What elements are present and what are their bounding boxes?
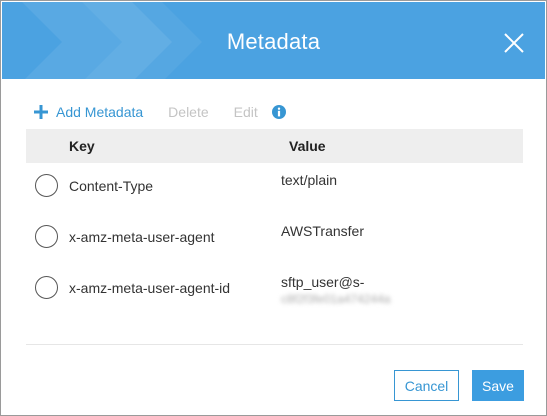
cancel-button[interactable]: Cancel	[394, 370, 459, 401]
footer-divider	[26, 344, 523, 345]
save-button[interactable]: Save	[472, 370, 524, 401]
column-header-value: Value	[289, 138, 326, 154]
close-icon[interactable]	[503, 32, 525, 54]
row-value: sftp_user@s- c8f2f3fe01a474244a	[281, 274, 390, 308]
delete-button[interactable]: Delete	[168, 104, 208, 120]
metadata-table: Key Value Content-Type text/plain x-amz-…	[26, 129, 523, 316]
info-icon[interactable]	[271, 105, 286, 119]
dialog-header: Metadata	[2, 2, 545, 79]
row-select-radio[interactable]	[35, 276, 58, 299]
row-value-text: sftp_user@s-	[281, 274, 365, 290]
plus-icon	[34, 105, 48, 119]
table-header: Key Value	[26, 129, 523, 163]
add-metadata-button[interactable]: Add Metadata	[34, 104, 143, 120]
row-value: AWSTransfer	[281, 223, 364, 240]
row-key: x-amz-meta-user-agent	[69, 229, 215, 245]
row-key: x-amz-meta-user-agent-id	[69, 280, 231, 296]
row-select-radio[interactable]	[35, 225, 58, 248]
add-metadata-label: Add Metadata	[56, 104, 144, 120]
metadata-toolbar: Add Metadata Delete Edit	[34, 101, 286, 123]
column-header-key: Key	[69, 138, 95, 154]
table-row[interactable]: x-amz-meta-user-agent-id sftp_user@s- c8…	[26, 265, 523, 316]
table-row[interactable]: Content-Type text/plain	[26, 163, 523, 214]
row-value-text: text/plain	[281, 172, 338, 188]
row-select-radio[interactable]	[35, 174, 58, 197]
row-key: Content-Type	[69, 178, 154, 194]
edit-button[interactable]: Edit	[234, 104, 258, 120]
row-value-redacted: c8f2f3fe01a474244a	[281, 292, 391, 306]
row-value: text/plain	[281, 172, 337, 189]
table-row[interactable]: x-amz-meta-user-agent AWSTransfer	[26, 214, 523, 265]
metadata-dialog: Metadata Add Metadata Delete Edit Key Va…	[0, 0, 547, 416]
row-value-text: AWSTransfer	[281, 223, 364, 239]
dialog-title: Metadata	[226, 29, 321, 54]
